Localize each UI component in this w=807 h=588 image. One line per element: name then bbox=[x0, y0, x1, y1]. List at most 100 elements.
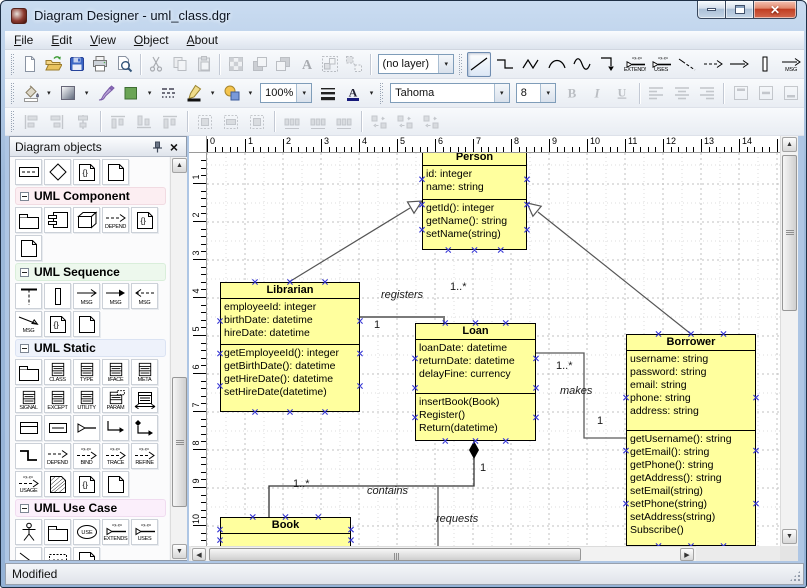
class-person[interactable]: Personid: integername: stringgetId(): in… bbox=[422, 153, 527, 250]
palette-onebox[interactable] bbox=[44, 415, 71, 441]
diagram-label[interactable]: contains bbox=[367, 485, 408, 497]
diagram-label[interactable]: makes bbox=[560, 385, 592, 397]
palette-parambox-param[interactable]: PARAM bbox=[102, 387, 129, 413]
toolbar-vaT-button[interactable] bbox=[729, 81, 752, 106]
menu-about[interactable]: About bbox=[178, 31, 227, 49]
toolbar-ungroup-button[interactable] bbox=[343, 52, 365, 77]
scroll-up-icon[interactable]: ▲ bbox=[782, 137, 797, 152]
toolbar-rF-button[interactable] bbox=[245, 109, 269, 134]
diagram-label[interactable]: registers bbox=[381, 289, 423, 301]
scroll-left-icon[interactable]: ◀ bbox=[192, 548, 206, 561]
close-button[interactable]: ✕ bbox=[754, 1, 797, 19]
palette-activation[interactable] bbox=[44, 283, 71, 309]
diagram-label[interactable]: requests bbox=[436, 513, 478, 525]
palette-hatchnote[interactable] bbox=[44, 471, 71, 497]
toolbar-gradsq-button[interactable] bbox=[57, 81, 80, 106]
toolbar-group-button[interactable] bbox=[320, 52, 342, 77]
pin-icon[interactable] bbox=[150, 140, 164, 154]
diagram-label[interactable]: 1..* bbox=[293, 478, 310, 490]
toolbar-bucket-button[interactable] bbox=[19, 81, 42, 106]
palette-classbox-except[interactable]: EXCEPT bbox=[44, 387, 71, 413]
collapse-icon[interactable] bbox=[20, 344, 29, 353]
palette-stepline[interactable] bbox=[15, 443, 42, 469]
toolbar-save-button[interactable] bbox=[66, 52, 88, 77]
menu-view[interactable]: View bbox=[81, 31, 125, 49]
dropdown-arrow-icon[interactable]: ▾ bbox=[43, 81, 55, 106]
toolbar-grip[interactable] bbox=[11, 111, 14, 132]
toolbar-rB-button[interactable] bbox=[45, 109, 69, 134]
class-borrower[interactable]: Borrowerusername: stringpassword: string… bbox=[626, 334, 756, 546]
palette-stereoarrowL-uses[interactable]: «x-x»USES bbox=[131, 519, 158, 545]
palette-dasharrow-depend[interactable]: DEPEND bbox=[44, 443, 71, 469]
toolbar-tmsg-button[interactable]: MSG bbox=[779, 51, 803, 78]
diagram-canvas[interactable]: Personid: integername: stringgetId(): in… bbox=[207, 153, 780, 546]
toolbar-alR-button[interactable] bbox=[695, 81, 718, 106]
toolbar-tdasharrow-button[interactable] bbox=[701, 52, 725, 77]
minimize-button[interactable] bbox=[697, 1, 726, 19]
menu-file[interactable]: File bbox=[5, 31, 42, 49]
toolbar-tdiag-button[interactable] bbox=[675, 52, 699, 77]
toolbar-rF-button[interactable] bbox=[193, 109, 217, 134]
toolbar-tzigzag-button[interactable] bbox=[519, 52, 543, 77]
collapse-icon[interactable] bbox=[20, 192, 29, 201]
toolbar-vaM-button[interactable] bbox=[755, 81, 778, 106]
scroll-down-icon[interactable]: ▼ bbox=[782, 529, 797, 544]
palette-bracenote[interactable]: {} bbox=[44, 311, 71, 337]
toolbar-alL-button[interactable] bbox=[645, 81, 668, 106]
toolbar-rH-button[interactable] bbox=[367, 109, 391, 134]
toolbar-grip[interactable] bbox=[11, 83, 14, 104]
palette-dasharrow-depend[interactable]: DEPEND bbox=[102, 207, 129, 233]
scroll-down-icon[interactable]: ▼ bbox=[172, 544, 187, 559]
dropdown-arrow-icon[interactable]: ▾ bbox=[245, 81, 257, 106]
dropdown-arrow-icon[interactable]: ▾ bbox=[366, 81, 378, 106]
palette-twobox[interactable] bbox=[15, 415, 42, 441]
palette-stereoarrow-refine[interactable]: «x-x»REFINE bbox=[131, 443, 158, 469]
palette-lifeline[interactable] bbox=[15, 283, 42, 309]
diagram-label[interactable]: 1 bbox=[480, 462, 486, 474]
palette-classbox-i/face[interactable]: I/FACE bbox=[102, 359, 129, 385]
palette-classbox-utility[interactable]: UTILITY bbox=[73, 387, 100, 413]
menu-object[interactable]: Object bbox=[125, 31, 178, 49]
toolbar-paste-button[interactable] bbox=[193, 52, 215, 77]
palette-note[interactable] bbox=[102, 471, 129, 497]
toolbar-alC-button[interactable] bbox=[670, 81, 693, 106]
palette-msgreturn-msg[interactable]: MSG bbox=[131, 283, 158, 309]
toolbar-vaB-button[interactable] bbox=[780, 81, 803, 106]
toolbar-layerup-button[interactable] bbox=[272, 52, 294, 77]
dropdown-arrow-icon[interactable]: ▾ bbox=[81, 81, 93, 106]
class-book[interactable]: Book bbox=[220, 517, 351, 546]
palette-msgdiag-msg[interactable]: MSG bbox=[15, 311, 42, 337]
palette-bracenote[interactable]: {} bbox=[73, 159, 100, 185]
palette-component[interactable] bbox=[44, 207, 71, 233]
toolbar-rD-button[interactable] bbox=[106, 109, 130, 134]
zoom-combobox[interactable]: 100%▾ bbox=[260, 83, 312, 103]
combo-arrow-icon[interactable]: ▾ bbox=[438, 55, 453, 73]
palette-folder[interactable] bbox=[15, 207, 42, 233]
toolbar-grip[interactable] bbox=[380, 83, 383, 104]
palette-note[interactable] bbox=[15, 235, 42, 261]
toolbar-copy-button[interactable] bbox=[169, 52, 191, 77]
canvas-vertical-scrollbar[interactable]: ▲ ▼ bbox=[780, 136, 798, 546]
toolbar-rE-button[interactable] bbox=[132, 109, 156, 134]
canvas-hscrollbar-thumb[interactable] bbox=[209, 548, 581, 561]
toolbar-rF2-button[interactable] bbox=[219, 109, 243, 134]
toolbar-textend-button[interactable]: «x-x»EXTEND! bbox=[623, 51, 647, 78]
toolbar-bold-button[interactable]: B bbox=[560, 81, 583, 106]
toolbar-preview-button[interactable] bbox=[113, 52, 135, 77]
toolbar-rD-button[interactable] bbox=[158, 109, 182, 134]
diagram-label[interactable]: 1..* bbox=[556, 360, 573, 372]
toolbar-rH-button[interactable] bbox=[393, 109, 417, 134]
toolbar-layerdown-button[interactable] bbox=[249, 52, 271, 77]
diagram-label[interactable]: 1 bbox=[374, 319, 380, 331]
font-combobox[interactable]: Tahoma▾ bbox=[390, 83, 510, 103]
canvas-horizontal-scrollbar[interactable]: ◀ ▶ bbox=[191, 546, 696, 561]
combo-arrow-icon[interactable]: ▾ bbox=[296, 84, 311, 102]
toolbar-dashstyle-button[interactable] bbox=[157, 81, 180, 106]
palette-stereoarrow-usage[interactable]: «x-x»USAGE bbox=[15, 471, 42, 497]
toolbar-tline-button[interactable] bbox=[467, 52, 491, 77]
toolbar-grip[interactable] bbox=[11, 54, 14, 75]
maximize-button[interactable] bbox=[726, 1, 754, 19]
palette-msgfilled-msg[interactable]: MSG bbox=[102, 283, 129, 309]
toolbar-image-button[interactable] bbox=[225, 52, 247, 77]
class-librarian[interactable]: LibrarianemployeeId: integerbirthDate: d… bbox=[220, 282, 360, 412]
